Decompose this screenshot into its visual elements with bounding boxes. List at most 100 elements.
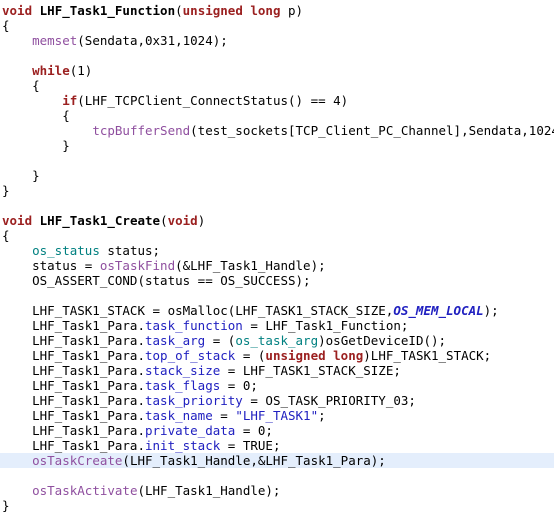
code-token-plain: (LHF_Task1_Handle,&LHF_Task1_Para); (122, 453, 386, 468)
code-token-plain: status = (2, 258, 100, 273)
code-line[interactable]: LHF_Task1_Para.task_priority = OS_TASK_P… (0, 393, 554, 408)
code-token-type: os_status (32, 243, 100, 258)
code-token-plain: } (2, 498, 10, 513)
code-token-plain: } (2, 183, 10, 198)
code-token-plain: = LHF_TASK1_STACK_SIZE; (220, 363, 401, 378)
code-token-plain: = (212, 408, 236, 423)
code-token-punc: ( (160, 213, 168, 228)
code-token-plain: LHF_Task1_Para. (2, 318, 145, 333)
code-token-plain: { (2, 18, 10, 33)
code-token-plain: ); (483, 303, 499, 318)
code-line[interactable] (0, 48, 554, 63)
code-token-plain: = ( (235, 348, 266, 363)
code-token-plain: (LHF_TCPClient_ConnectStatus() == 4) (77, 93, 349, 108)
code-token-plain: { (2, 78, 40, 93)
code-line[interactable]: status = osTaskFind(&LHF_Task1_Handle); (0, 258, 554, 273)
code-line[interactable]: LHF_TASK1_STACK = osMalloc(LHF_TASK1_STA… (0, 303, 554, 318)
code-token-plain: = 0; (235, 423, 273, 438)
code-line[interactable]: void LHF_Task1_Create(void) (0, 213, 554, 228)
code-token-plain: = OS_TASK_PRIORITY_03; (242, 393, 416, 408)
code-token-type: os_task_arg (235, 333, 319, 348)
code-text-area[interactable]: void LHF_Task1_Function(unsigned long p)… (0, 3, 554, 513)
code-line[interactable]: LHF_Task1_Para.task_flags = 0; (0, 378, 554, 393)
code-token-plain: LHF_Task1_Para. (2, 333, 145, 348)
code-token-plain: { (2, 108, 70, 123)
code-token-plain: (&LHF_Task1_Handle); (175, 258, 326, 273)
code-token-plain: (test_sockets[TCP_Client_PC_Channel],Sen… (190, 123, 554, 138)
code-token-member: private_data (145, 423, 236, 438)
code-token-member: init_stack (145, 438, 221, 453)
code-line[interactable]: { (0, 228, 554, 243)
code-token-plain: )osGetDeviceID(); (318, 333, 447, 348)
code-token-member: task_flags (145, 378, 221, 393)
code-line[interactable]: } (0, 138, 554, 153)
code-token-punc: ( (175, 3, 183, 18)
code-token-plain: ) (197, 213, 206, 228)
code-token-kw: void (2, 213, 33, 228)
code-line[interactable]: { (0, 108, 554, 123)
code-line[interactable]: { (0, 18, 554, 33)
code-token-plain: OS_ASSERT_COND(status == OS_SUCCESS); (2, 273, 311, 288)
code-line[interactable]: } (0, 183, 554, 198)
code-line[interactable]: LHF_Task1_Para.task_function = LHF_Task1… (0, 318, 554, 333)
code-token-plain: (LHF_Task1_Handle); (137, 483, 281, 498)
code-line[interactable]: { (0, 78, 554, 93)
code-line[interactable] (0, 288, 554, 303)
code-token-member: stack_size (145, 363, 221, 378)
code-line[interactable] (0, 468, 554, 483)
code-token-plain: LHF_Task1_Para. (2, 378, 145, 393)
code-token-fn: tcpBufferSend (92, 123, 191, 138)
code-token-member: task_priority (145, 393, 243, 408)
code-line[interactable] (0, 153, 554, 168)
code-token-plain: LHF_Task1_Para. (2, 348, 145, 363)
code-token-kw: unsigned long (265, 348, 364, 363)
code-line[interactable]: tcpBufferSend(test_sockets[TCP_Client_PC… (0, 123, 554, 138)
code-token-plain: { (2, 228, 10, 243)
code-token-fn: memset (32, 33, 78, 48)
code-token-kw: void (2, 3, 33, 18)
code-line[interactable]: os_status status; (0, 243, 554, 258)
code-line[interactable]: LHF_Task1_Para.private_data = 0; (0, 423, 554, 438)
code-line[interactable]: osTaskCreate(LHF_Task1_Handle,&LHF_Task1… (0, 453, 554, 468)
code-token-plain: LHF_Task1_Para. (2, 408, 145, 423)
code-line[interactable]: void LHF_Task1_Function(unsigned long p) (0, 3, 554, 18)
code-token-plain: = 0; (220, 378, 258, 393)
code-line[interactable]: while(1) (0, 63, 554, 78)
code-line[interactable] (0, 198, 554, 213)
code-token-plain: LHF_Task1_Para. (2, 438, 145, 453)
code-token-member: top_of_stack (145, 348, 236, 363)
code-token-kw: if (62, 93, 78, 108)
code-token-plain: LHF_TASK1_STACK = osMalloc(LHF_TASK1_STA… (2, 303, 394, 318)
code-token-plain: LHF_Task1_Para. (2, 423, 145, 438)
code-editor[interactable]: void LHF_Task1_Function(unsigned long p)… (0, 0, 554, 520)
code-token-member: task_arg (145, 333, 206, 348)
code-line[interactable]: } (0, 498, 554, 513)
code-token-member: task_function (145, 318, 243, 333)
code-token-fn: osTaskFind (99, 258, 176, 273)
code-token-plain: } (2, 138, 70, 153)
code-token-plain: status; (99, 243, 161, 258)
code-line[interactable]: LHF_Task1_Para.stack_size = LHF_TASK1_ST… (0, 363, 554, 378)
code-line[interactable]: memset(Sendata,0x31,1024); (0, 33, 554, 48)
code-token-plain: p) (280, 3, 304, 18)
code-token-plain: (Sendata,0x31,1024); (77, 33, 228, 48)
code-line[interactable]: LHF_Task1_Para.task_arg = (os_task_arg)o… (0, 333, 554, 348)
code-line[interactable]: osTaskActivate(LHF_Task1_Handle); (0, 483, 554, 498)
code-token-plain: (1) (69, 63, 93, 78)
code-line[interactable]: LHF_Task1_Para.init_stack = TRUE; (0, 438, 554, 453)
code-line[interactable]: if(LHF_TCPClient_ConnectStatus() == 4) (0, 93, 554, 108)
code-line[interactable]: LHF_Task1_Para.task_name = "LHF_TASK1"; (0, 408, 554, 423)
code-line[interactable]: } (0, 168, 554, 183)
code-token-plain: )LHF_TASK1_STACK; (363, 348, 492, 363)
code-token-plain: = ( (205, 333, 236, 348)
code-token-str: "LHF_TASK1" (235, 408, 319, 423)
code-line[interactable]: LHF_Task1_Para.top_of_stack = (unsigned … (0, 348, 554, 363)
code-line[interactable]: OS_ASSERT_COND(status == OS_SUCCESS); (0, 273, 554, 288)
